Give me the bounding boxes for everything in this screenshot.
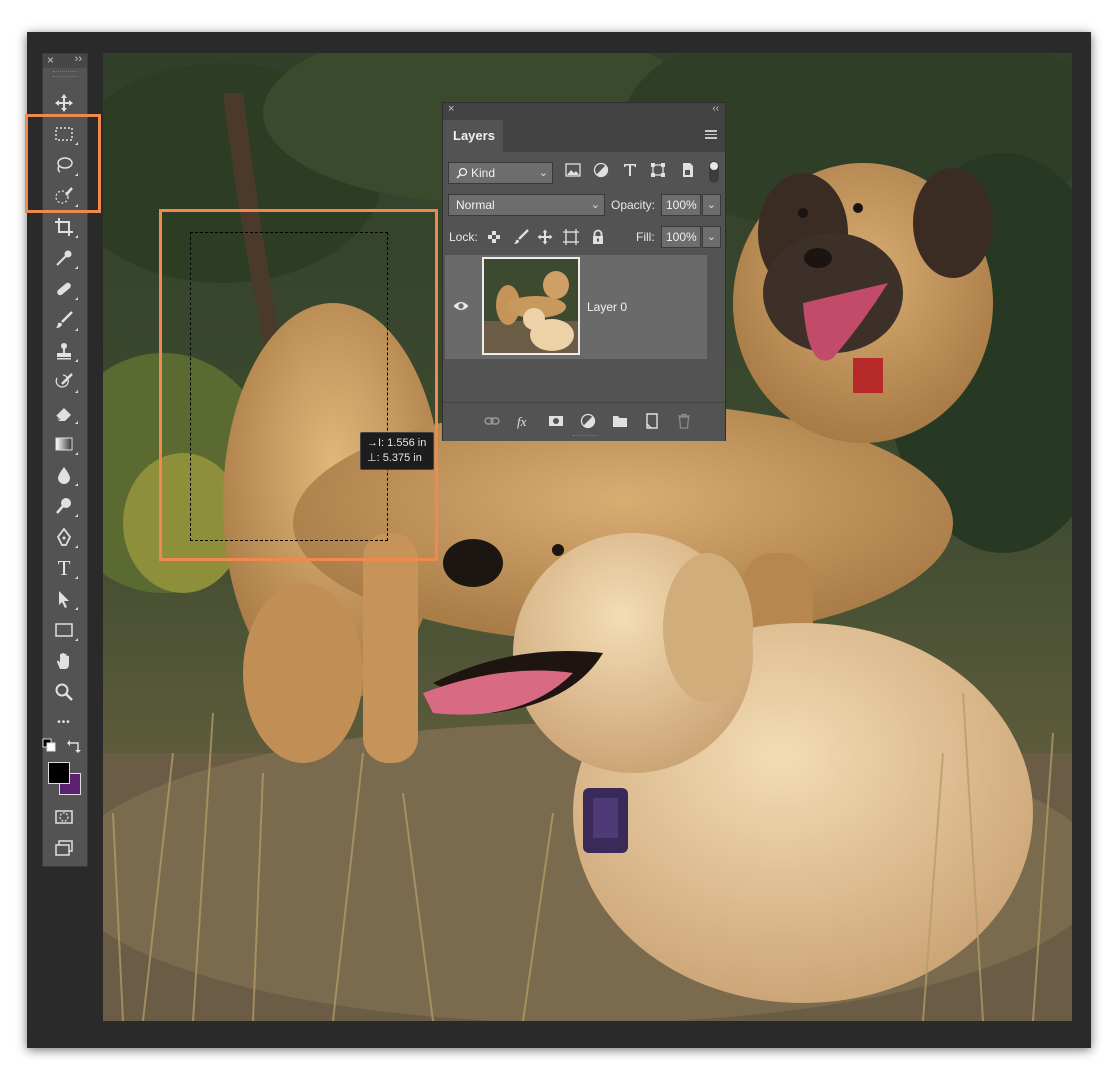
filter-kind-label: Kind xyxy=(471,166,496,180)
visibility-eye-icon[interactable] xyxy=(453,300,469,312)
shape-filter-icon[interactable] xyxy=(649,161,667,179)
add-mask-icon[interactable] xyxy=(547,412,565,430)
layer-thumbnail[interactable] xyxy=(482,257,580,355)
blend-mode-select[interactable]: Normal ⌄ xyxy=(448,194,605,216)
tab-layers[interactable]: Layers xyxy=(443,120,503,152)
close-icon[interactable]: × xyxy=(47,53,54,67)
chevron-down-icon: ⌄ xyxy=(538,167,548,179)
panel-grip[interactable] xyxy=(53,71,77,77)
layers-panel-footer: fx xyxy=(443,402,725,441)
opacity-value: 100% xyxy=(666,198,697,212)
hand-tool-icon[interactable] xyxy=(52,649,76,673)
clone-stamp-tool-icon[interactable] xyxy=(52,339,78,363)
history-brush-tool-icon[interactable] xyxy=(52,370,78,394)
zoom-tool-icon[interactable] xyxy=(52,680,76,704)
brush-tool-icon[interactable] xyxy=(52,308,78,332)
smart-object-filter-icon[interactable] xyxy=(679,161,697,179)
rectangle-tool-icon[interactable] xyxy=(52,618,78,642)
crop-tool-icon[interactable] xyxy=(52,215,78,239)
fill-label: Fill: xyxy=(636,230,655,244)
opacity-label: Opacity: xyxy=(611,198,656,212)
chevron-down-icon: ⌄ xyxy=(706,231,716,243)
quick-mask-icon[interactable] xyxy=(52,805,76,829)
opacity-dropdown[interactable]: ⌄ xyxy=(702,194,721,216)
more-tools-icon[interactable]: ••• xyxy=(52,710,76,734)
marquee-tools-highlight-frame xyxy=(25,114,101,213)
lock-position-icon[interactable] xyxy=(537,229,553,245)
layers-panel-header: × ‹‹ xyxy=(443,103,725,118)
link-layers-icon[interactable] xyxy=(483,412,501,430)
lock-transparent-pixels-icon[interactable] xyxy=(486,229,502,245)
chevron-down-icon: ⌄ xyxy=(706,199,716,211)
lock-image-pixels-icon[interactable] xyxy=(513,229,529,245)
blur-tool-icon[interactable] xyxy=(52,463,78,487)
panel-resize-grip[interactable] xyxy=(573,435,597,439)
layer-filter-select[interactable]: Kind ⌄ xyxy=(448,162,553,184)
measure-width: →I: 1.556 in xyxy=(367,437,427,449)
default-colors-icon[interactable] xyxy=(42,738,58,754)
measurement-tooltip: →I: 1.556 in ⊥: 5.375 in xyxy=(360,432,434,470)
eraser-tool-icon[interactable] xyxy=(52,401,78,425)
rectangular-selection[interactable] xyxy=(190,232,388,541)
lock-label: Lock: xyxy=(449,230,478,244)
fill-value: 100% xyxy=(666,230,697,244)
gradient-tool-icon[interactable] xyxy=(52,432,78,456)
swap-colors-icon[interactable] xyxy=(66,738,82,754)
layers-panel: × ‹‹ Layers Kind ⌄ Normal ⌄ Opacity: 100… xyxy=(442,102,726,441)
healing-brush-tool-icon[interactable] xyxy=(52,277,78,301)
collapse-icon[interactable]: ›› xyxy=(75,53,82,65)
opacity-input[interactable]: 100% xyxy=(661,194,701,216)
path-selection-tool-icon[interactable] xyxy=(52,587,78,611)
image-filter-icon[interactable] xyxy=(564,161,582,179)
chevron-down-icon: ⌄ xyxy=(590,199,600,211)
search-icon xyxy=(456,167,468,179)
adjustment-filter-icon[interactable] xyxy=(592,161,610,179)
move-tool-icon[interactable] xyxy=(52,91,76,115)
new-group-folder-icon[interactable] xyxy=(611,412,629,430)
layer-style-fx-icon[interactable]: fx xyxy=(515,412,533,430)
tools-panel-header: × ›› xyxy=(43,53,87,68)
layer-name: Layer 0 xyxy=(587,300,628,314)
layer-row[interactable]: Layer 0 xyxy=(445,255,707,359)
new-adjustment-layer-icon[interactable] xyxy=(579,412,597,430)
panel-tabs: Layers xyxy=(443,118,725,152)
delete-layer-trash-icon[interactable] xyxy=(675,412,693,430)
layer-thumbnail-image xyxy=(484,259,578,353)
measure-height: ⊥: 5.375 in xyxy=(367,452,422,464)
lock-all-icon[interactable] xyxy=(590,229,606,245)
panel-menu-icon[interactable] xyxy=(705,130,717,139)
type-tool-icon[interactable]: T xyxy=(52,556,78,580)
new-layer-icon[interactable] xyxy=(643,412,661,430)
blend-mode-value: Normal xyxy=(456,198,495,212)
fill-dropdown[interactable]: ⌄ xyxy=(702,226,721,248)
fill-input[interactable]: 100% xyxy=(661,226,701,248)
filter-toggle[interactable] xyxy=(709,161,719,183)
screen-mode-icon[interactable] xyxy=(52,836,76,860)
close-icon[interactable]: × xyxy=(448,103,454,115)
lock-artboard-icon[interactable] xyxy=(563,229,579,245)
pen-tool-icon[interactable] xyxy=(52,525,78,549)
type-filter-icon[interactable] xyxy=(621,161,639,179)
svg-text:fx: fx xyxy=(517,414,527,429)
foreground-color-swatch[interactable] xyxy=(48,762,70,784)
collapse-icon[interactable]: ‹‹ xyxy=(712,103,719,114)
dodge-tool-icon[interactable] xyxy=(52,494,78,518)
eyedropper-tool-icon[interactable] xyxy=(52,246,78,270)
